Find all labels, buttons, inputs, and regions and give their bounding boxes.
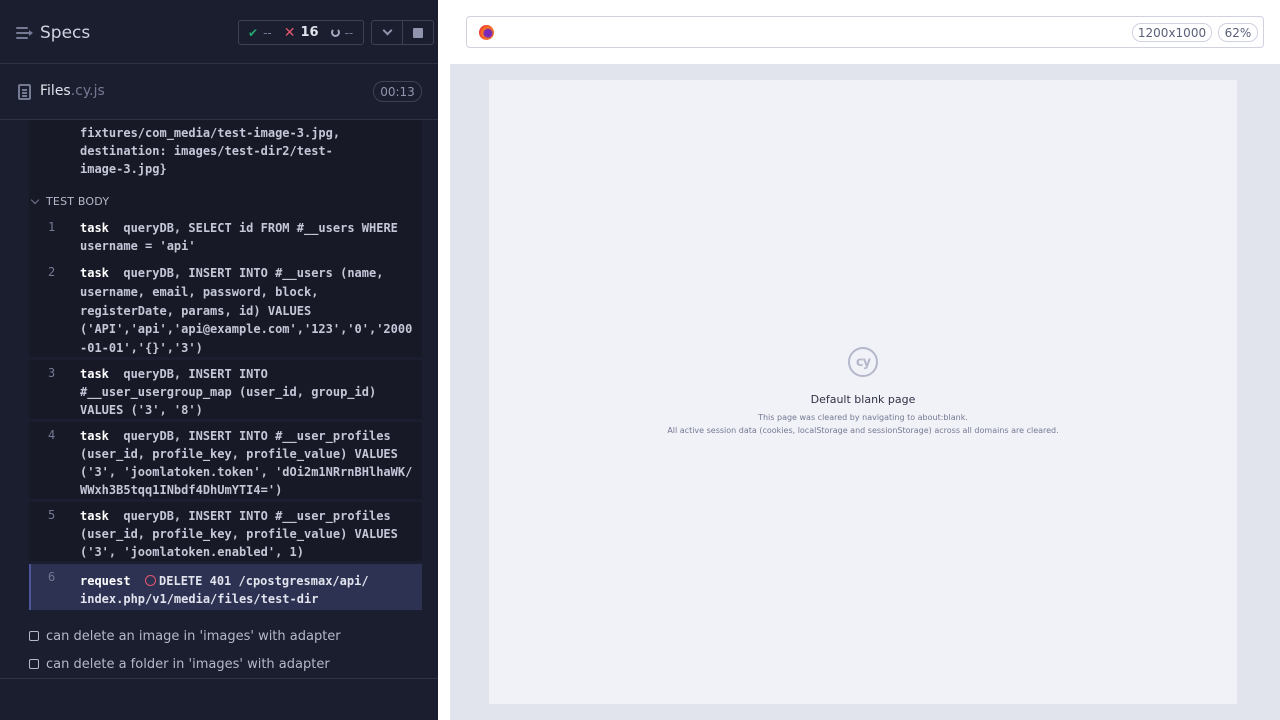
- reporter-header: Specs ✔ -- ✕ 16 --: [0, 0, 438, 64]
- command-number: 2: [48, 265, 56, 279]
- preview-header: 1200x1000 62%: [450, 0, 1280, 64]
- aut-viewport[interactable]: cy Default blank page This page was clea…: [489, 80, 1237, 704]
- collapse-all-button[interactable]: [372, 21, 402, 44]
- test-body-toggle[interactable]: TEST BODY: [29, 192, 109, 210]
- command-row[interactable]: 2 task queryDB, INSERT INTO #__users (na…: [29, 259, 422, 357]
- test-item[interactable]: can delete an image in 'images' with ada…: [29, 627, 341, 645]
- command-number: 5: [48, 508, 56, 522]
- test-title: can delete an image in 'images' with ada…: [46, 628, 341, 644]
- firefox-icon[interactable]: [479, 25, 494, 40]
- command-number: 6: [48, 570, 56, 584]
- file-name-base: Files: [40, 83, 71, 99]
- menu-icon: [16, 27, 33, 39]
- command-row-active[interactable]: 6 request DELETE 401 /cpostgresmax/api/i…: [29, 564, 422, 610]
- pending-stat: --: [330, 25, 354, 40]
- spinner-icon: [330, 28, 340, 37]
- stop-icon: [413, 27, 424, 38]
- command-row[interactable]: 3 task queryDB, INSERT INTO #__user_userg…: [29, 360, 422, 419]
- blank-page-title: Default blank page: [810, 393, 916, 406]
- x-icon: ✕: [283, 24, 296, 41]
- chevron-down-icon: [382, 25, 393, 36]
- command-message: task queryDB, SELECT id FROM #__users WH…: [80, 221, 398, 253]
- file-ext: .cy.js: [70, 83, 105, 99]
- command-message: task queryDB, INSERT INTO #__users (name…: [80, 266, 413, 356]
- command-message: request DELETE 401 /cpostgresmax/api/ind…: [80, 574, 369, 606]
- viewport-size-badge[interactable]: 1200x1000: [1132, 23, 1212, 42]
- panel-resizer[interactable]: [438, 0, 450, 720]
- command-number: 4: [48, 428, 56, 442]
- check-icon: ✔: [248, 25, 259, 40]
- command-row[interactable]: 1 task queryDB, SELECT id FROM #__users …: [29, 214, 422, 256]
- zoom-badge[interactable]: 62%: [1218, 23, 1258, 42]
- command-row[interactable]: 5 task queryDB, INSERT INTO #__user_prof…: [29, 502, 422, 561]
- blank-page-detail: All active session data (cookies, localS…: [667, 426, 1059, 435]
- url-bar[interactable]: 1200x1000 62%: [466, 16, 1264, 48]
- command-log[interactable]: fixtures/com_media/test-image-3.jpg, dest…: [0, 120, 438, 678]
- stop-button[interactable]: [402, 21, 433, 44]
- reporter-footer: [0, 678, 438, 720]
- checkbox-icon: [29, 631, 39, 641]
- failed-count: 16: [300, 25, 319, 40]
- file-icon: [18, 84, 31, 100]
- spec-file-name[interactable]: Files.cy.js: [40, 83, 105, 99]
- app-preview: 1200x1000 62% cy Default blank page This…: [450, 0, 1280, 720]
- fail-ring-icon: [145, 575, 157, 586]
- command-message: task queryDB, INSERT INTO #__user_usergro…: [80, 367, 377, 417]
- passed-stat: ✔ --: [248, 26, 272, 40]
- reporter-controls: [371, 20, 434, 45]
- chevron-down-icon: [30, 195, 40, 204]
- passed-count: --: [263, 25, 272, 40]
- cypress-logo: cy: [848, 347, 878, 377]
- test-stats: ✔ -- ✕ 16 --: [238, 20, 364, 45]
- command-row[interactable]: 4 task queryDB, INSERT INTO #__user_prof…: [29, 422, 422, 499]
- test-body-label: TEST BODY: [46, 194, 110, 208]
- command-number: 3: [48, 366, 56, 380]
- test-title: can delete a folder in 'images' with ada…: [46, 656, 330, 672]
- specs-label: Specs: [40, 23, 91, 43]
- reporter-panel: Specs ✔ -- ✕ 16 -- Files.cy.js 00:13 fix…: [0, 0, 438, 720]
- command-number: 1: [48, 220, 56, 234]
- checkbox-icon: [29, 659, 39, 669]
- pending-count: --: [344, 25, 354, 40]
- hook-command-text: fixtures/com_media/test-image-3.jpg, dest…: [80, 126, 341, 176]
- command-message: task queryDB, INSERT INTO #__user_profil…: [80, 509, 398, 559]
- command-message: task queryDB, INSERT INTO #__user_profil…: [80, 429, 413, 497]
- specs-button[interactable]: Specs: [16, 20, 90, 46]
- blank-page-message: This page was cleared by navigating to a…: [758, 413, 968, 422]
- test-item[interactable]: can delete a folder in 'images' with ada…: [29, 655, 330, 673]
- failed-stat: ✕ 16: [284, 25, 319, 41]
- run-duration: 00:13: [373, 81, 422, 102]
